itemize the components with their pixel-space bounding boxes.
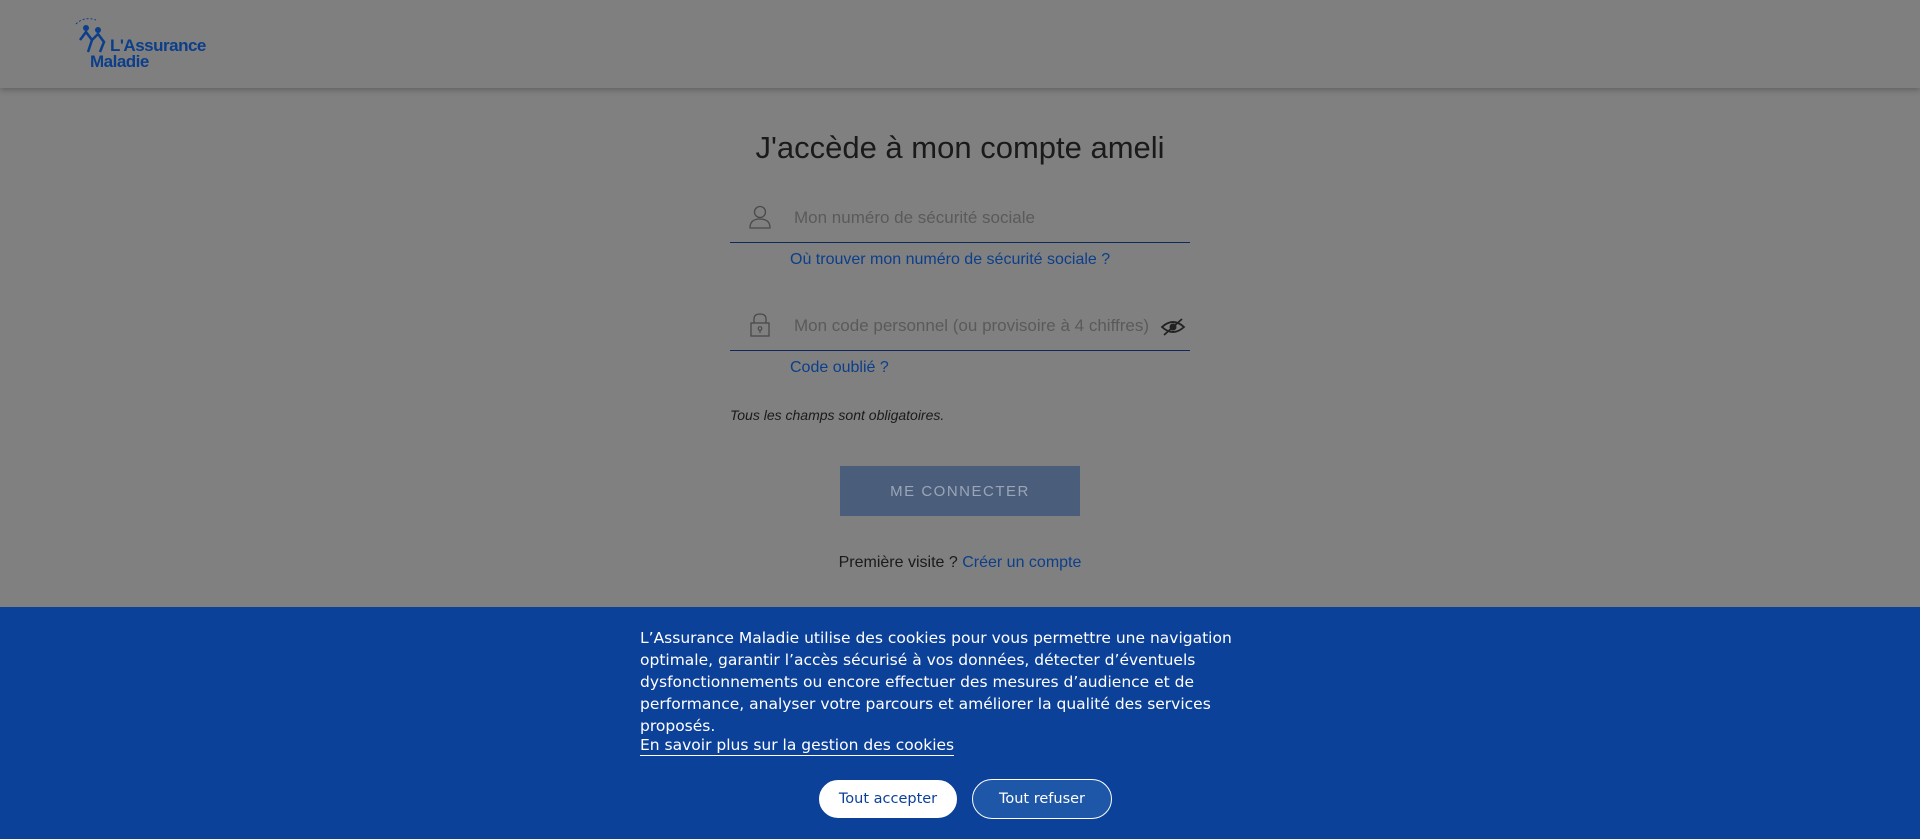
accept-all-button[interactable]: Tout accepter [818,779,958,819]
first-visit-text: Première visite ? [838,554,958,571]
refuse-all-button[interactable]: Tout refuser [972,779,1112,819]
cookie-message: L’Assurance Maladie utilise des cookies … [640,629,1232,735]
required-fields-note: Tous les champs sont obligatoires. [730,407,945,423]
eye-off-icon[interactable] [1160,316,1186,338]
ssn-help-link[interactable]: Où trouver mon numéro de sécurité social… [790,251,1110,269]
cookie-learn-more-link[interactable]: En savoir plus sur la gestion des cookie… [640,736,955,756]
code-input[interactable] [794,310,1154,342]
code-forgot-link[interactable]: Code oublié ? [790,359,889,377]
connect-button[interactable]: ME CONNECTER [840,466,1080,516]
code-field [730,302,1190,351]
cookie-banner: L’Assurance Maladie utilise des cookies … [0,607,1920,839]
lock-icon [750,313,770,337]
user-icon [749,205,771,229]
page-title: J'accède à mon compte ameli [755,130,1165,165]
create-account-link[interactable]: Créer un compte [962,554,1081,571]
header: L'Assurance Maladie [0,0,1920,88]
ssn-input[interactable] [794,202,1154,234]
first-visit: Première visite ? Créer un compte [0,554,1920,572]
ssn-field [730,194,1190,243]
assurance-maladie-logo[interactable]: L'Assurance Maladie [72,18,206,72]
logo-text-line2: Maladie [90,52,149,71]
page: L'Assurance Maladie J'accède à mon compt… [0,0,1920,839]
